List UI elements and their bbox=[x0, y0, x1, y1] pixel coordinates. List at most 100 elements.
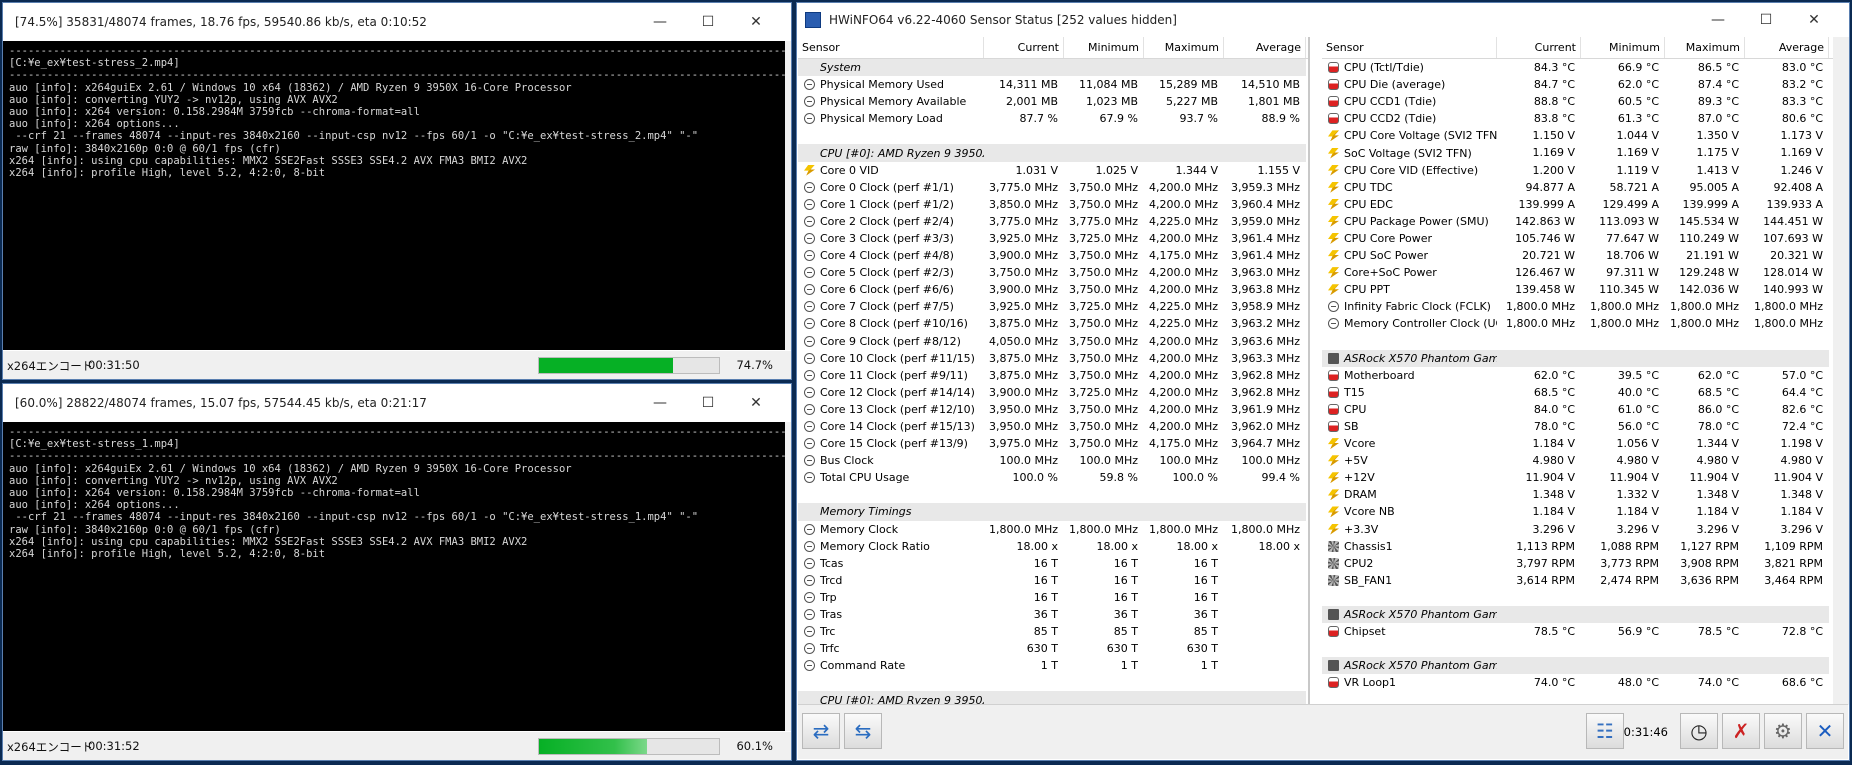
sensor-row[interactable]: Motherboard 62.0 °C 39.5 °C 62.0 °C 57.0 °C bbox=[1322, 367, 1849, 384]
sensor-row[interactable]: Core 1 Clock (perf #1/2) 3,850.0 MHz 3,750… bbox=[798, 196, 1308, 213]
col-maximum[interactable]: Maximum bbox=[1144, 37, 1224, 58]
sensor-row[interactable]: Core 14 Clock (perf #15/13) 3,950.0 MHz 3,… bbox=[798, 418, 1308, 435]
sensor-row[interactable]: +3.3V 3.296 V 3.296 V 3.296 V 3.296 V bbox=[1322, 521, 1849, 538]
sensor-row[interactable]: Core 10 Clock (perf #11/15) 3,875.0 MHz 3,… bbox=[798, 350, 1308, 367]
maximize-button[interactable]: ☐ bbox=[685, 3, 731, 41]
col-maximum[interactable]: Maximum bbox=[1665, 37, 1745, 58]
network-icon[interactable]: ☷ bbox=[1586, 713, 1624, 749]
right-pane-scrollbar[interactable] bbox=[1833, 37, 1849, 705]
col-sensor[interactable]: Sensor bbox=[798, 37, 984, 58]
expand-right-button[interactable]: ⇆ bbox=[844, 713, 882, 749]
sensor-row[interactable]: CPU Core Voltage (SVI2 TFN) 1.150 V 1.044 … bbox=[1322, 127, 1849, 144]
sensor-row[interactable]: CPU TDC 94.877 A 58.721 A 95.005 A 92.408 A bbox=[1322, 179, 1849, 196]
sensor-row[interactable]: Command Rate 1 T 1 T 1 T bbox=[798, 657, 1308, 674]
console-1-titlebar[interactable]: [74.5%] 35831/48074 frames, 18.76 fps, 5… bbox=[3, 3, 791, 41]
sensor-row[interactable]: CPU PPT 139.458 W 110.345 W 142.036 W 140.99… bbox=[1322, 281, 1849, 298]
maximize-button[interactable]: ☐ bbox=[1743, 3, 1789, 37]
sensor-group-header[interactable]: ASRock X570 Phantom Gami... bbox=[1322, 349, 1849, 367]
close-button[interactable]: ✕ bbox=[733, 3, 779, 41]
sensor-row[interactable]: T15 68.5 °C 40.0 °C 68.5 °C 64.4 °C bbox=[1322, 384, 1849, 401]
col-current[interactable]: Current bbox=[1497, 37, 1581, 58]
sensor-row[interactable]: Physical Memory Load 87.7 % 67.9 % 93.7 % 88… bbox=[798, 110, 1308, 127]
sensor-row[interactable]: Tcas 16 T 16 T 16 T bbox=[798, 555, 1308, 572]
sensor-row[interactable]: Core 2 Clock (perf #2/4) 3,775.0 MHz 3,775… bbox=[798, 213, 1308, 230]
sensor-row[interactable]: Core 15 Clock (perf #13/9) 3,975.0 MHz 3,7… bbox=[798, 435, 1308, 452]
sensor-row[interactable]: Physical Memory Used 14,311 MB 11,084 MB 15… bbox=[798, 76, 1308, 93]
collapse-left-button[interactable]: ⇄ bbox=[802, 713, 840, 749]
sensor-row[interactable]: SB 78.0 °C 56.0 °C 78.0 °C 72.4 °C bbox=[1322, 418, 1849, 435]
sensor-row[interactable]: Total CPU Usage 100.0 % 59.8 % 100.0 % 99.4 … bbox=[798, 469, 1308, 486]
sensor-row[interactable]: Core 5 Clock (perf #2/3) 3,750.0 MHz 3,750… bbox=[798, 264, 1308, 281]
reset-log-icon[interactable]: ✗ bbox=[1722, 713, 1760, 749]
sensor-row[interactable]: CPU CCD2 (Tdie) 83.8 °C 61.3 °C 87.0 °C 80.6… bbox=[1322, 110, 1849, 127]
console-2-scrollbar[interactable] bbox=[785, 422, 791, 731]
sensor-group-header[interactable]: Memory Timings bbox=[798, 503, 1308, 521]
gear-icon[interactable]: ⚙ bbox=[1764, 713, 1802, 749]
minimize-button[interactable]: — bbox=[637, 384, 683, 422]
col-minimum[interactable]: Minimum bbox=[1064, 37, 1144, 58]
maximize-button[interactable]: ☐ bbox=[685, 384, 731, 422]
sensor-row[interactable]: +12V 11.904 V 11.904 V 11.904 V 11.904 V bbox=[1322, 469, 1849, 486]
col-minimum[interactable]: Minimum bbox=[1581, 37, 1665, 58]
sensor-row[interactable]: Memory Clock 1,800.0 MHz 1,800.0 MHz 1,800.… bbox=[798, 521, 1308, 538]
sensor-row[interactable]: +5V 4.980 V 4.980 V 4.980 V 4.980 V bbox=[1322, 452, 1849, 469]
sensor-row[interactable]: CPU CCD1 (Tdie) 88.8 °C 60.5 °C 89.3 °C 83.3… bbox=[1322, 93, 1849, 110]
sensor-row[interactable]: Core 9 Clock (perf #8/12) 4,050.0 MHz 3,75… bbox=[798, 333, 1308, 350]
sensor-row[interactable]: Core 0 Clock (perf #1/1) 3,775.0 MHz 3,750… bbox=[798, 179, 1308, 196]
sensor-row[interactable]: SoC Voltage (SVI2 TFN) 1.169 V 1.169 V 1.17… bbox=[1322, 144, 1849, 161]
col-sensor[interactable]: Sensor bbox=[1322, 37, 1497, 58]
sensor-row[interactable]: CPU SoC Power 20.721 W 18.706 W 21.191 W 20.… bbox=[1322, 247, 1849, 264]
console-1-scrollbar[interactable] bbox=[785, 41, 791, 350]
close-button[interactable]: ✕ bbox=[733, 384, 779, 422]
sensor-group-header[interactable]: System bbox=[798, 59, 1308, 77]
sensor-group-header[interactable]: ASRock X570 Phantom Gami... bbox=[1322, 657, 1849, 675]
sensor-group-header[interactable]: ASRock X570 Phantom Gami... bbox=[1322, 606, 1849, 624]
sensor-row[interactable]: Core 13 Clock (perf #12/10) 3,950.0 MHz 3,… bbox=[798, 401, 1308, 418]
sensor-row[interactable]: Tras 36 T 36 T 36 T bbox=[798, 606, 1308, 623]
sensor-row[interactable]: Core 8 Clock (perf #10/16) 3,875.0 MHz 3,7… bbox=[798, 315, 1308, 332]
sensor-row[interactable]: Core 3 Clock (perf #3/3) 3,925.0 MHz 3,725… bbox=[798, 230, 1308, 247]
sensor-row[interactable]: Trp 16 T 16 T 16 T bbox=[798, 589, 1308, 606]
col-average[interactable]: Average bbox=[1745, 37, 1829, 58]
sensor-row[interactable]: CPU 84.0 °C 61.0 °C 86.0 °C 82.6 °C bbox=[1322, 401, 1849, 418]
sensor-row[interactable]: Core 4 Clock (perf #4/8) 3,900.0 MHz 3,750… bbox=[798, 247, 1308, 264]
minimize-button[interactable]: — bbox=[1695, 3, 1741, 37]
col-average[interactable]: Average bbox=[1224, 37, 1306, 58]
sensor-row[interactable]: CPU Package Power (SMU) 142.863 W 113.093 … bbox=[1322, 213, 1849, 230]
sensor-row[interactable]: Vcore 1.184 V 1.056 V 1.344 V 1.198 V bbox=[1322, 435, 1849, 452]
close-icon[interactable]: ✕ bbox=[1806, 713, 1844, 749]
sensor-row[interactable]: Trfc 630 T 630 T 630 T bbox=[798, 640, 1308, 657]
sensor-row[interactable]: Trc 85 T 85 T 85 T bbox=[798, 623, 1308, 640]
sensor-row[interactable]: CPU (Tctl/Tdie) 84.3 °C 66.9 °C 86.5 °C 83.0… bbox=[1322, 59, 1849, 76]
sensor-row[interactable]: Core 12 Clock (perf #14/14) 3,900.0 MHz 3,… bbox=[798, 384, 1308, 401]
sensor-row[interactable]: CPU Core VID (Effective) 1.200 V 1.119 V 1.… bbox=[1322, 162, 1849, 179]
sensor-row[interactable]: Trcd 16 T 16 T 16 T bbox=[798, 572, 1308, 589]
sensor-row[interactable]: Core 0 VID 1.031 V 1.025 V 1.344 V 1.155 V bbox=[798, 162, 1308, 179]
sensor-row[interactable]: SB_FAN1 3,614 RPM 2,474 RPM 3,636 RPM 3,464 … bbox=[1322, 572, 1849, 589]
sensor-row[interactable]: Core 6 Clock (perf #6/6) 3,900.0 MHz 3,750… bbox=[798, 281, 1308, 298]
col-current[interactable]: Current bbox=[984, 37, 1064, 58]
sensor-row[interactable]: CPU2 3,797 RPM 3,773 RPM 3,908 RPM 3,821 RPM bbox=[1322, 555, 1849, 572]
sensor-row[interactable]: Chassis1 1,113 RPM 1,088 RPM 1,127 RPM 1,109… bbox=[1322, 538, 1849, 555]
sensor-row[interactable]: CPU Core Power 105.746 W 77.647 W 110.249 W… bbox=[1322, 230, 1849, 247]
sensor-row[interactable]: Infinity Fabric Clock (FCLK) 1,800.0 MHz 1… bbox=[1322, 298, 1849, 315]
hwinfo-titlebar[interactable]: HWiNFO64 v6.22-4060 Sensor Status [252 v… bbox=[797, 3, 1849, 37]
sensor-row[interactable]: Core+SoC Power 126.467 W 97.311 W 129.248 W… bbox=[1322, 264, 1849, 281]
sensor-row[interactable]: Memory Clock Ratio 18.00 x 18.00 x 18.00 x 1… bbox=[798, 538, 1308, 555]
sensor-row[interactable]: Physical Memory Available 2,001 MB 1,023 M… bbox=[798, 93, 1308, 110]
sensor-row[interactable]: CPU EDC 139.999 A 129.499 A 139.999 A 139.93… bbox=[1322, 196, 1849, 213]
minimize-button[interactable]: — bbox=[637, 3, 683, 41]
sensor-row[interactable]: Vcore NB 1.184 V 1.184 V 1.184 V 1.184 V bbox=[1322, 503, 1849, 520]
sensor-row[interactable]: Core 7 Clock (perf #7/5) 3,925.0 MHz 3,725… bbox=[798, 298, 1308, 315]
clock-icon[interactable]: ◷ bbox=[1680, 713, 1718, 749]
sensor-row[interactable]: VR Loop1 74.0 °C 48.0 °C 74.0 °C 68.6 °C bbox=[1322, 674, 1849, 691]
sensor-row[interactable]: DRAM 1.348 V 1.332 V 1.348 V 1.348 V bbox=[1322, 486, 1849, 503]
sensor-row[interactable]: CPU Die (average) 84.7 °C 62.0 °C 87.4 °C 83… bbox=[1322, 76, 1849, 93]
sensor-group-header[interactable]: CPU [#0]: AMD Ryzen 9 3950X bbox=[798, 144, 1308, 162]
console-2-titlebar[interactable]: [60.0%] 28822/48074 frames, 15.07 fps, 5… bbox=[3, 384, 791, 422]
sensor-row[interactable]: Bus Clock 100.0 MHz 100.0 MHz 100.0 MHz 100.… bbox=[798, 452, 1308, 469]
sensor-row[interactable]: Memory Controller Clock (UC... 1,800.0 MH… bbox=[1322, 315, 1849, 332]
sensor-row[interactable]: Chipset 78.5 °C 56.9 °C 78.5 °C 72.8 °C bbox=[1322, 623, 1849, 640]
close-button[interactable]: ✕ bbox=[1791, 3, 1837, 37]
sensor-row[interactable]: Core 11 Clock (perf #9/11) 3,875.0 MHz 3,7… bbox=[798, 367, 1308, 384]
